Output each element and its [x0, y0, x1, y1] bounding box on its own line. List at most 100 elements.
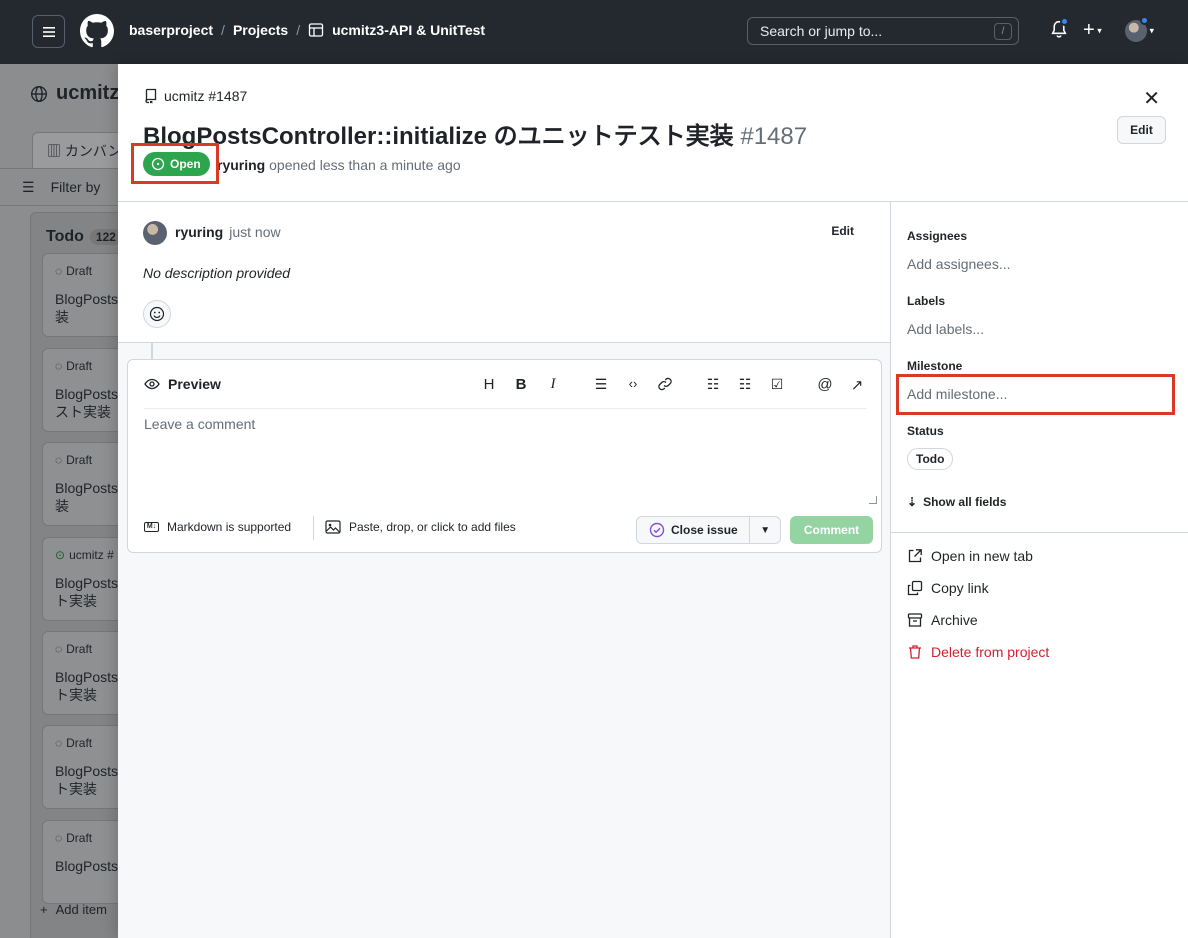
edit-comment-button[interactable]: Edit [831, 224, 854, 238]
breadcrumb-project[interactable]: ucmitz3-API & UnitTest [332, 22, 485, 38]
plus-icon: + [1083, 19, 1095, 41]
breadcrumb-org[interactable]: baserproject [129, 22, 213, 38]
draft-icon: ◌ [55, 736, 63, 750]
comment-editor: Preview H B I ☰ ‹› ☷ ☷ ☑ @ ↗ Leave a com… [127, 359, 882, 553]
search-shortcut-key: / [994, 23, 1012, 40]
column-title: Todo 122 [46, 228, 118, 246]
issue-opened-line: ryuring opened less than a minute ago [217, 157, 461, 173]
resize-handle[interactable] [869, 496, 877, 504]
card-meta-text: Draft [66, 264, 93, 278]
user-menu-button[interactable]: ▾ [1125, 16, 1154, 42]
card-meta: ◌ Draft [55, 831, 92, 845]
show-all-fields-button[interactable]: ⇣ Show all fields [907, 495, 1006, 509]
draft-icon: ◌ [55, 642, 63, 656]
copy-link[interactable]: Copy link [907, 580, 989, 596]
reference-icon[interactable]: ↗ [848, 376, 866, 394]
issue-closed-icon [649, 522, 665, 538]
card-meta-text: Draft [66, 736, 93, 750]
project-board-backdrop: ucmitz ▥ カンバン ☰ Filter by Todo 122 ◌ Draft … [0, 64, 118, 938]
board-card[interactable]: ◌ Draft BlogPosts 装 [42, 253, 118, 337]
archive-item[interactable]: Archive [907, 612, 978, 628]
create-new-button[interactable]: + ▾ [1083, 20, 1102, 41]
timeline-line [151, 343, 153, 359]
quote-icon[interactable]: ☰ [592, 376, 610, 393]
copy-link-label: Copy link [931, 580, 989, 596]
mention-icon[interactable]: @ [816, 376, 834, 393]
add-labels[interactable]: Add labels... [907, 321, 984, 337]
filter-input[interactable]: ☰ Filter by [22, 179, 100, 196]
comment-author-avatar[interactable] [143, 221, 167, 245]
board-card[interactable]: ◌ Draft BlogPosts [42, 820, 118, 904]
add-reaction-button[interactable] [143, 300, 171, 328]
github-logo-icon[interactable] [80, 14, 114, 48]
task-list-icon[interactable]: ☑ [768, 376, 786, 393]
close-panel-button[interactable]: ✕ [1143, 86, 1160, 111]
code-icon[interactable]: ‹› [624, 376, 642, 391]
card-title: BlogPosts [55, 858, 118, 874]
add-item-button[interactable]: + Add item [40, 902, 107, 917]
menu-button[interactable] [32, 15, 65, 48]
sidebar-actions-divider [891, 532, 1188, 533]
close-issue-main[interactable]: Close issue [637, 517, 751, 543]
issue-open-icon: ⊙ [55, 548, 66, 562]
status-badge[interactable]: Todo [907, 448, 954, 470]
board-card[interactable]: ◌ Draft BlogPosts スト実装 [42, 348, 118, 432]
issue-title-text: BlogPostsController::initialize のユニットテスト… [143, 123, 734, 150]
notifications-button[interactable] [1050, 17, 1069, 43]
show-all-label: Show all fields [923, 495, 1007, 509]
heading-icon[interactable]: H [480, 376, 498, 393]
comment-textarea[interactable]: Leave a comment [144, 416, 255, 432]
board-card[interactable]: ◌ Draft BlogPosts ト実装 [42, 725, 118, 809]
board-card[interactable]: ⊙ ucmitz # BlogPosts ト実装 [42, 537, 118, 621]
issue-author[interactable]: ryuring [217, 157, 265, 173]
attach-files[interactable]: Paste, drop, or click to add files [325, 520, 516, 534]
open-in-new-tab[interactable]: Open in new tab [907, 548, 1033, 564]
expand-icon: ⇣ [907, 495, 918, 509]
comment-author[interactable]: ryuring [175, 224, 223, 240]
preview-tab[interactable]: Preview [144, 376, 221, 392]
highlight-open-badge [131, 143, 219, 184]
markdown-note[interactable]: M↓ Markdown is supported [144, 520, 291, 534]
comment-body: No description provided [143, 265, 291, 281]
issue-repo-reference[interactable]: ucmitz #1487 [144, 88, 247, 104]
close-issue-dropdown[interactable]: ▼ [750, 525, 780, 536]
markdown-note-text: Markdown is supported [167, 520, 292, 534]
highlight-milestone [896, 374, 1175, 415]
card-title: BlogPosts ト実装 [55, 763, 118, 797]
close-issue-button[interactable]: Close issue ▼ [636, 516, 781, 544]
globe-icon [31, 85, 47, 102]
board-card[interactable]: ◌ Draft BlogPosts 装 [42, 442, 118, 526]
search-input[interactable]: Search or jump to... / [747, 17, 1019, 45]
card-title: BlogPosts ト実装 [55, 575, 118, 609]
bulleted-list-icon[interactable]: ☷ [704, 376, 722, 393]
comment-time[interactable]: just now [229, 224, 280, 240]
card-meta: ◌ Draft [55, 736, 92, 750]
italic-icon[interactable]: I [544, 376, 562, 393]
issue-side-panel: ucmitz #1487 ✕ BlogPostsController::init… [118, 64, 1188, 938]
comment-button[interactable]: Comment [790, 516, 873, 544]
board-view-icon: ▥ [47, 143, 65, 159]
bold-icon[interactable]: B [512, 376, 530, 393]
view-tab[interactable]: ▥ カンバン [32, 132, 118, 168]
add-assignees[interactable]: Add assignees... [907, 256, 1011, 272]
card-meta: ◌ Draft [55, 359, 92, 373]
link-icon[interactable] [656, 376, 674, 396]
external-link-icon [908, 549, 922, 563]
card-meta-text: Draft [66, 453, 93, 467]
edit-title-button[interactable]: Edit [1117, 116, 1166, 144]
card-meta-text: ucmitz # [69, 548, 114, 562]
view-tab-label: カンバン [64, 143, 118, 159]
numbered-list-icon[interactable]: ☷ [736, 376, 754, 393]
board-card[interactable]: ◌ Draft BlogPosts ト実装 [42, 631, 118, 715]
chevron-down-icon: ▼ [760, 524, 771, 536]
close-issue-label: Close issue [671, 523, 738, 537]
breadcrumb-projects[interactable]: Projects [233, 22, 288, 38]
issue-sidebar: Assignees Add assignees... Labels Add la… [891, 202, 1188, 938]
preview-label: Preview [168, 376, 221, 392]
plus-icon: + [40, 902, 48, 917]
delete-from-project[interactable]: Delete from project [907, 644, 1049, 660]
column-title-text: Todo [46, 228, 84, 245]
column-count: 122 [89, 229, 118, 245]
breadcrumb: baserproject / Projects / ucmitz3-API & … [129, 22, 485, 38]
repo-icon [145, 88, 157, 104]
